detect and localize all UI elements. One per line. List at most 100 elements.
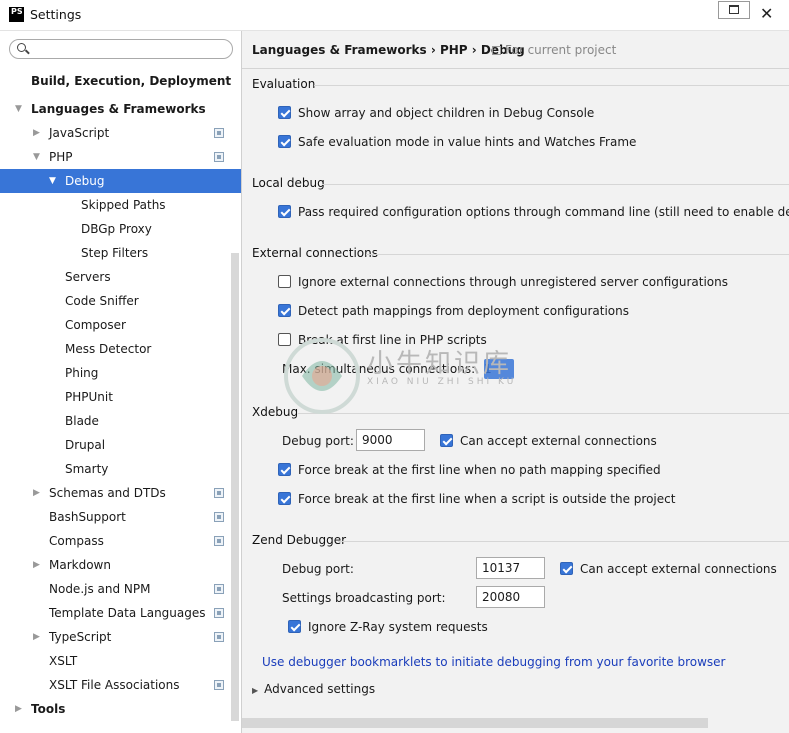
scope-note-label: For current project	[505, 43, 617, 57]
expand-arrow-icon[interactable]: ▼	[49, 169, 56, 193]
section-evaluation-title: Evaluation	[252, 77, 316, 91]
tree-item-phpunit[interactable]: PHPUnit	[0, 385, 241, 409]
watermark-subtext: XIAO NIU ZHI SHI KU	[367, 377, 517, 387]
tree-item-label: Languages & Frameworks	[31, 102, 206, 116]
tree-item-debug[interactable]: ▼ Debug	[0, 169, 241, 193]
section-divider	[366, 254, 789, 255]
xdebug-accept-external-label: Can accept external connections	[460, 434, 657, 448]
broadcast-port-label: Settings broadcasting port:	[282, 591, 446, 605]
tree-item-label: PHPUnit	[65, 390, 113, 404]
tree-item-label: Tools	[31, 702, 66, 716]
zend-accept-external-checkbox[interactable]: Can accept external connections	[560, 560, 777, 578]
expand-arrow-icon[interactable]: ▼	[15, 97, 22, 121]
tree-item-drupal[interactable]: Drupal	[0, 433, 241, 457]
section-external-title: External connections	[252, 246, 378, 260]
tree-item-javascript[interactable]: ▶ JavaScript	[0, 121, 241, 145]
checkbox-checked-icon[interactable]	[278, 492, 291, 505]
section-divider	[338, 541, 789, 542]
advanced-settings-toggle[interactable]: ▶ Advanced settings	[252, 682, 375, 696]
collapse-arrow-icon[interactable]: ▶	[33, 553, 40, 577]
scope-note: For current project	[492, 43, 616, 57]
show-array-checkbox[interactable]: Show array and object children in Debug …	[278, 104, 594, 122]
header-divider	[242, 68, 789, 69]
restore-window-button[interactable]	[718, 1, 750, 19]
collapse-arrow-icon[interactable]: ▶	[33, 625, 40, 649]
collapse-arrow-icon[interactable]: ▶	[33, 481, 40, 505]
checkbox-checked-icon[interactable]	[278, 463, 291, 476]
checkbox-checked-icon[interactable]	[278, 135, 291, 148]
ignore-external-label: Ignore external connections through unre…	[298, 275, 729, 289]
detect-path-label: Detect path mappings from deployment con…	[298, 304, 630, 318]
ignore-external-checkbox[interactable]: Ignore external connections through unre…	[278, 273, 728, 291]
tree-item-dbgp-proxy[interactable]: DBGp Proxy	[0, 217, 241, 241]
tree-item-code-sniffer[interactable]: Code Sniffer	[0, 289, 241, 313]
tree-item-label: Servers	[65, 270, 111, 284]
tree-item-template-data-languages[interactable]: Template Data Languages	[0, 601, 241, 625]
tree-item-label: BashSupport	[49, 510, 126, 524]
tree-item-markdown[interactable]: ▶ Markdown	[0, 553, 241, 577]
tree-item-label: DBGp Proxy	[81, 222, 152, 236]
broadcast-port-input[interactable]: 20080	[476, 586, 545, 608]
bookmarklets-link[interactable]: Use debugger bookmarklets to initiate de…	[262, 655, 725, 669]
force-break-no-mapping-checkbox[interactable]: Force break at the first line when no pa…	[278, 461, 661, 479]
project-scope-icon	[214, 152, 224, 162]
expand-arrow-icon: ▶	[252, 686, 259, 695]
tree-item-mess-detector[interactable]: Mess Detector	[0, 337, 241, 361]
tree-item-php[interactable]: ▼ PHP	[0, 145, 241, 169]
settings-search-input[interactable]	[9, 39, 233, 59]
tree-item-servers[interactable]: Servers	[0, 265, 241, 289]
checkbox-checked-icon[interactable]	[278, 205, 291, 218]
tree-item-step-filters[interactable]: Step Filters	[0, 241, 241, 265]
section-divider	[322, 184, 789, 185]
checkbox-checked-icon[interactable]	[440, 434, 453, 447]
collapse-arrow-icon[interactable]: ▶	[15, 697, 22, 721]
tree-scrollbar[interactable]	[231, 253, 239, 721]
tree-item-label: Skipped Paths	[81, 198, 166, 212]
tree-item-skipped-paths[interactable]: Skipped Paths	[0, 193, 241, 217]
tree-item-node-js-and-npm[interactable]: Node.js and NPM	[0, 577, 241, 601]
tree-item-blade[interactable]: Blade	[0, 409, 241, 433]
xdebug-port-input[interactable]: 9000	[356, 429, 425, 451]
pass-config-label: Pass required configuration options thro…	[298, 205, 789, 219]
close-window-button[interactable]: ✕	[760, 4, 773, 23]
tree-item-xslt[interactable]: XSLT	[0, 649, 241, 673]
tree-item-schemas-and-dtds[interactable]: ▶ Schemas and DTDs	[0, 481, 241, 505]
detect-path-checkbox[interactable]: Detect path mappings from deployment con…	[278, 302, 629, 320]
ignore-zray-label: Ignore Z-Ray system requests	[308, 620, 488, 634]
checkbox-checked-icon[interactable]	[278, 304, 291, 317]
tree-item-phing[interactable]: Phing	[0, 361, 241, 385]
tree-item-label: Node.js and NPM	[49, 582, 151, 596]
force-break-outside-checkbox[interactable]: Force break at the first line when a scr…	[278, 490, 675, 508]
tree-item-typescript[interactable]: ▶ TypeScript	[0, 625, 241, 649]
project-scope-icon	[492, 46, 501, 55]
tree-item-build-execution-deployment[interactable]: Build, Execution, Deployment	[0, 69, 241, 93]
checkbox-checked-icon[interactable]	[278, 106, 291, 119]
tree-item-smarty[interactable]: Smarty	[0, 457, 241, 481]
xdebug-accept-external-checkbox[interactable]: Can accept external connections	[440, 432, 657, 450]
tree-item-label: Compass	[49, 534, 104, 548]
title-bar: PS Settings ✕	[0, 0, 789, 31]
project-scope-icon	[214, 488, 224, 498]
project-scope-icon	[214, 584, 224, 594]
content-horizontal-scrollbar[interactable]	[242, 718, 708, 728]
safe-eval-label: Safe evaluation mode in value hints and …	[298, 135, 637, 149]
tree-item-bashsupport[interactable]: BashSupport	[0, 505, 241, 529]
tree-item-compass[interactable]: Compass	[0, 529, 241, 553]
zend-port-input[interactable]: 10137	[476, 557, 545, 579]
phpstorm-app-icon: PS	[9, 7, 24, 22]
checkbox-checked-icon[interactable]	[560, 562, 573, 575]
collapse-arrow-icon[interactable]: ▶	[33, 121, 40, 145]
section-local-debug-title: Local debug	[252, 176, 325, 190]
tree-item-tools[interactable]: ▶ Tools	[0, 697, 241, 721]
tree-item-composer[interactable]: Composer	[0, 313, 241, 337]
ignore-zray-checkbox[interactable]: Ignore Z-Ray system requests	[288, 618, 488, 636]
safe-eval-checkbox[interactable]: Safe evaluation mode in value hints and …	[278, 133, 636, 151]
tree-item-label: Schemas and DTDs	[49, 486, 166, 500]
checkbox-checked-icon[interactable]	[288, 620, 301, 633]
tree-item-xslt-file-associations[interactable]: XSLT File Associations	[0, 673, 241, 697]
expand-arrow-icon[interactable]: ▼	[33, 145, 40, 169]
tree-item-label: Composer	[65, 318, 126, 332]
tree-item-languages-frameworks[interactable]: ▼ Languages & Frameworks	[0, 97, 241, 121]
pass-config-checkbox[interactable]: Pass required configuration options thro…	[278, 203, 789, 221]
checkbox-unchecked-icon[interactable]	[278, 275, 291, 288]
